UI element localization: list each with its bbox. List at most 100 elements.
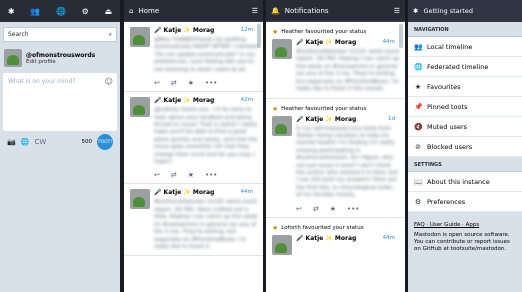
notification-text[interactable]: Heather favourited your status	[281, 29, 366, 35]
status-avatar[interactable]	[130, 27, 150, 47]
column-title: Notifications	[284, 6, 329, 15]
notification-text[interactable]: Heather favourited your status	[281, 106, 366, 112]
drawer-nav: ✱ 👥 🌐 ⚙ ⏏	[0, 0, 120, 22]
notification-header: ★ Heather favourited your status	[266, 99, 405, 115]
compose-textarea[interactable]: What is on your mind? ☺ 📷 🌐 CW 500 TOOT!	[3, 73, 117, 150]
status-avatar[interactable]	[272, 234, 292, 255]
home-column-header[interactable]: ⌂ Home ☰	[124, 0, 263, 22]
reply-icon[interactable]: ↩	[154, 79, 160, 87]
status-time[interactable]: 12m	[241, 27, 253, 33]
bell-icon: 🔔	[271, 6, 280, 15]
more-icon[interactable]: •••	[205, 79, 217, 87]
federated-timeline-link[interactable]: 🌐 Federated timeline	[408, 57, 522, 77]
column-settings-icon[interactable]: ☰	[252, 7, 258, 15]
notifications-column-header[interactable]: 🔔 Notifications ☰	[266, 0, 405, 22]
footer: FAQ · User Guide · Apps Mastodon is open…	[408, 212, 522, 258]
pinned-toots-link[interactable]: 📌 Pinned toots	[408, 97, 522, 117]
logout-icon[interactable]: ⏏	[105, 7, 113, 16]
reply-icon[interactable]: ↩	[296, 205, 302, 213]
column-title: Home	[138, 6, 160, 15]
status-author[interactable]: 🎤 Katje ✨ Morag	[296, 116, 401, 123]
status-time[interactable]: 42m	[241, 97, 253, 103]
link-label: Federated timeline	[427, 62, 489, 71]
ban-icon: ⊘	[415, 142, 421, 151]
star-icon: ★	[272, 223, 279, 232]
status-actions: ↩ ⇄ ★ •••	[296, 205, 401, 213]
edit-profile-link[interactable]: Edit profile	[26, 59, 95, 65]
notifications-column: 🔔 Notifications ☰ ★ Heather favourited y…	[266, 0, 405, 292]
getting-started-header: ✱ Getting started	[408, 0, 522, 22]
notification-header: ★ Heather favourited your status	[266, 22, 405, 38]
footer-links[interactable]: FAQ · User Guide · Apps	[414, 222, 516, 229]
more-icon[interactable]: •••	[347, 205, 359, 213]
status-avatar[interactable]	[130, 97, 150, 118]
navigation-header: NAVIGATION	[408, 22, 522, 37]
asterisk-icon[interactable]: ✱	[8, 7, 15, 16]
camera-icon[interactable]: 📷	[7, 138, 16, 146]
boost-icon[interactable]: ⇄	[171, 171, 177, 179]
gear-icon: ⚙	[414, 197, 422, 206]
globe-privacy-icon[interactable]: 🌐	[21, 138, 30, 146]
boost-icon[interactable]: ⇄	[171, 79, 177, 87]
more-icon[interactable]: •••	[205, 171, 217, 179]
star-icon: ★	[272, 104, 279, 113]
favourites-link[interactable]: ★ Favourites	[408, 77, 522, 97]
notification-text[interactable]: Loforth favourited your status	[281, 225, 363, 231]
status[interactable]: 🎤 Katje ✨ Morag @Nuy ThANKSThanks for qu…	[124, 22, 263, 93]
status-content: In my self-imposed mini-exile from Twitt…	[296, 125, 398, 199]
status-avatar[interactable]	[130, 189, 150, 210]
status-time[interactable]: 44m	[241, 189, 253, 195]
status-content: @Lolfully thank you. <3 So sorry to hear…	[154, 107, 258, 166]
users-icon: 👥	[414, 42, 423, 51]
status[interactable]: 🎤 Katje ✨ Morag @Lolfully thank you. <3 …	[124, 92, 263, 185]
preferences-link[interactable]: ⚙ Preferences	[408, 192, 522, 212]
status[interactable]: 🎤 Katje ✨ Morag 44m	[266, 234, 405, 259]
home-column: ⌂ Home ☰ 🎤 Katje ✨ Morag @Nuy ThANKSThan…	[124, 0, 263, 292]
link-label: Pinned toots	[427, 102, 468, 111]
boost-icon[interactable]: ⇄	[313, 205, 319, 213]
gear-icon[interactable]: ⚙	[82, 7, 89, 16]
status-time[interactable]: 1d	[388, 116, 395, 122]
status-avatar[interactable]	[272, 115, 292, 136]
toot-button[interactable]: TOOT!	[97, 134, 113, 150]
status-author[interactable]: 🎤 Katje ✨ Morag	[296, 235, 356, 242]
status[interactable]: 🎤 Katje ✨ Morag #authorsofsession 11/19:…	[266, 38, 405, 99]
star-icon: ★	[272, 28, 279, 36]
status-time[interactable]: 44m	[383, 235, 395, 241]
character-count: 500	[81, 139, 93, 145]
favourite-icon[interactable]: ★	[188, 171, 194, 179]
globe-icon[interactable]: 🌐	[56, 7, 66, 16]
star-icon: ★	[414, 82, 422, 91]
column-title: Getting started	[423, 7, 473, 15]
account-handle: @ofmonstrouswords	[26, 51, 96, 59]
emoji-picker-icon[interactable]: ☺	[105, 77, 113, 86]
favourite-icon[interactable]: ★	[188, 79, 194, 87]
about-instance-link[interactable]: 📖 About this instance	[408, 172, 522, 192]
getting-started-column: ✱ Getting started NAVIGATION 👥 Local time…	[408, 0, 522, 292]
users-icon[interactable]: 👥	[30, 7, 40, 16]
favourite-icon[interactable]: ★	[330, 205, 336, 213]
thumbtack-icon: 📌	[414, 102, 423, 111]
link-label: About this instance	[427, 177, 490, 186]
search-input[interactable]: Search ⌕	[3, 27, 117, 42]
column-settings-icon[interactable]: ☰	[394, 7, 400, 15]
blocked-users-link[interactable]: ⊘ Blocked users	[408, 137, 522, 157]
local-timeline-link[interactable]: 👥 Local timeline	[408, 37, 522, 57]
link-label: Preferences	[427, 197, 466, 206]
status-content: #authorsofsession 11/19: word count repo…	[154, 199, 258, 251]
notification-header: ★ Loforth favourited your status	[266, 218, 405, 234]
muted-users-link[interactable]: 🔇 Muted users	[408, 117, 522, 137]
cw-button[interactable]: CW	[34, 138, 46, 146]
status[interactable]: 🎤 Katje ✨ Morag #authorsofsession 11/19:…	[124, 184, 263, 257]
navigation-bar: @ofmonstrouswords Edit profile	[0, 47, 120, 69]
asterisk-icon: ✱	[413, 7, 419, 15]
status-content: @Nuy ThANKSThanks for quitting automatic…	[154, 37, 258, 73]
status-time[interactable]: 44m	[383, 39, 395, 45]
book-icon: 📖	[414, 177, 423, 186]
status[interactable]: 🎤 Katje ✨ Morag In my self-imposed mini-…	[266, 115, 405, 218]
link-label: Muted users	[427, 122, 468, 131]
status-avatar[interactable]	[272, 39, 292, 59]
avatar[interactable]	[4, 49, 22, 67]
compose-toolbar: 📷 🌐 CW 500 TOOT!	[3, 133, 117, 151]
reply-icon[interactable]: ↩	[154, 171, 160, 179]
